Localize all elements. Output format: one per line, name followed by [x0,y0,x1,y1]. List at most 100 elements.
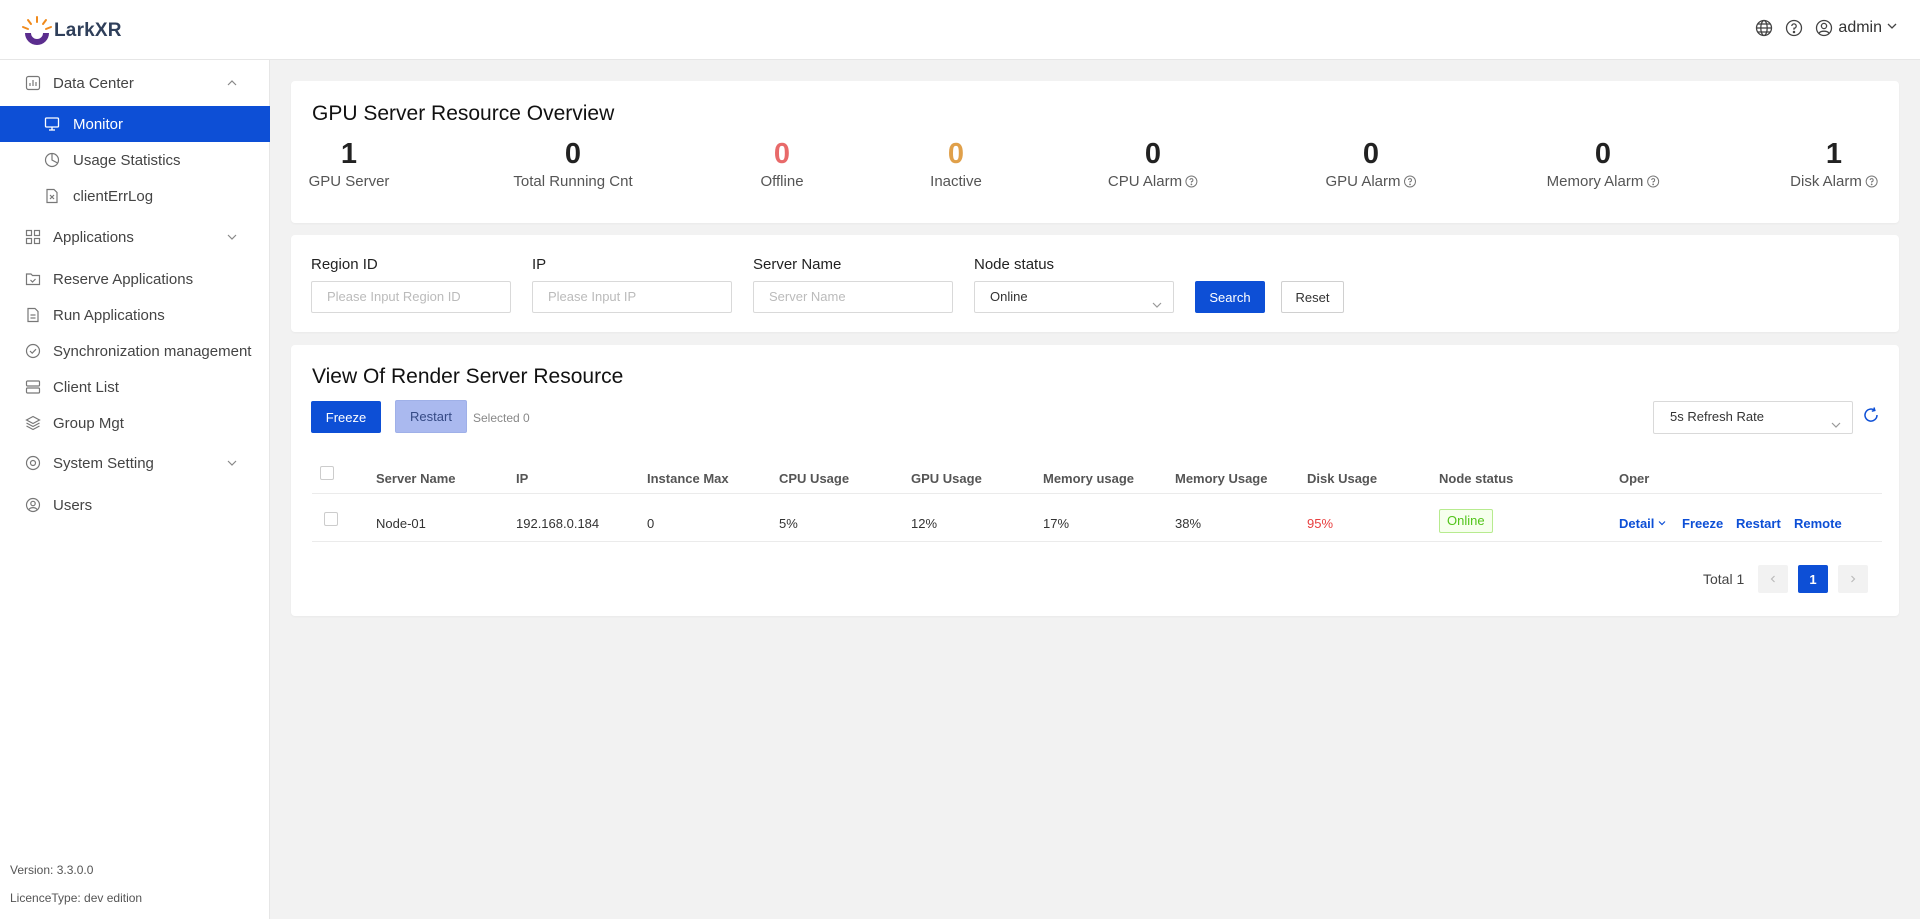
language-globe-icon[interactable] [1754,18,1774,38]
sidebar-item-monitor[interactable]: Monitor [0,106,270,142]
help-question-icon[interactable] [1185,175,1198,188]
stat-memory-alarm: 0 Memory Alarm [1547,139,1660,190]
stat-value: 0 [1144,138,1162,170]
page-number[interactable]: 1 [1798,565,1828,593]
detail-dropdown[interactable]: Detail [1619,516,1667,531]
sidebar-item-group-mgt[interactable]: Group Mgt [0,405,270,441]
document-icon [24,306,42,324]
sidebar-item-users[interactable]: Users [0,487,270,523]
sidebar-item-label: Applications [53,228,134,246]
sidebar-item-system-setting[interactable]: System Setting [0,445,270,481]
region-id-label: Region ID [311,256,378,273]
column-header: IP [516,471,529,486]
pie-chart-icon [43,151,61,169]
region-id-input[interactable]: Please Input Region ID [311,281,511,313]
column-header: Memory Usage [1175,471,1268,486]
status-badge: Online [1439,509,1493,533]
stat-inactive: 0 Inactive [930,139,982,190]
sidebar-item-client-err-log[interactable]: clientErrLog [0,178,270,214]
stat-value: 1 [340,138,358,170]
larkxr-logo-icon [20,14,54,48]
resource-card: View Of Render Server Resource Freeze Re… [291,345,1899,616]
overview-title: GPU Server Resource Overview [312,102,615,125]
filter-card: Region ID Please Input Region ID IP Plea… [291,235,1899,332]
stat-value: 0 [947,138,965,170]
chevron-up-icon [226,76,238,88]
sidebar-item-client-list[interactable]: Client List [0,369,270,405]
row-remote-link[interactable]: Remote [1794,516,1842,531]
chevron-down-icon [1657,516,1667,531]
cell-memory-usage-2: 38% [1175,516,1202,531]
user-circle-icon [24,496,42,514]
stat-value: 0 [1362,138,1380,170]
column-header: Server Name [376,471,456,486]
stat-cpu-alarm: 0 CPU Alarm [1108,139,1198,190]
sidebar-item-run-applications[interactable]: Run Applications [0,297,270,333]
sidebar: Data Center Monitor Usage Statistics cli… [0,60,270,919]
node-status-select[interactable]: Online [974,281,1174,313]
user-avatar-icon [1814,18,1834,38]
column-header: CPU Usage [779,471,850,486]
row-restart-link[interactable]: Restart [1736,516,1781,531]
pagination-total: Total 1 [1703,571,1745,587]
ip-label: IP [532,256,547,273]
detail-link: Detail [1619,516,1655,531]
help-question-icon[interactable] [1784,18,1804,38]
overview-card: GPU Server Resource Overview 1 GPU Serve… [291,81,1899,223]
help-question-icon[interactable] [1646,175,1659,188]
top-header: LarkXR admin [0,0,1920,60]
version-text: Version: 3.3.0.0 [10,863,94,877]
refresh-rate-select[interactable]: 5s Refresh Rate [1653,401,1853,434]
folder-check-icon [24,270,42,288]
stat-value: 0 [1594,138,1612,170]
select-all-checkbox[interactable] [320,466,334,480]
stat-label: GPU Alarm [1325,173,1401,190]
stat-label: Memory Alarm [1546,173,1644,190]
cell-disk-usage: 95% [1307,516,1334,531]
refresh-icon[interactable] [1862,406,1880,424]
stat-total-running: 0 Total Running Cnt [513,139,632,190]
prev-page-button[interactable] [1758,565,1788,593]
cell-server-name: Node-01 [376,516,426,531]
sidebar-item-label: Data Center [53,74,134,92]
freeze-button[interactable]: Freeze [311,401,381,433]
sidebar-item-reserve-applications[interactable]: Reserve Applications [0,261,270,297]
stat-gpu-alarm: 0 GPU Alarm [1325,138,1417,190]
refresh-rate-value: 5s Refresh Rate [1670,409,1764,424]
next-page-button[interactable] [1838,565,1868,593]
node-status-value: Online [990,289,1028,304]
licence-type-text: LicenceType: dev edition [10,891,143,905]
help-question-icon[interactable] [1865,175,1878,188]
restart-button[interactable]: Restart [395,400,467,433]
selected-count: Selected 0 [473,411,530,425]
sidebar-item-synchronization-management[interactable]: Synchronization management [0,333,270,369]
cell-gpu-usage: 12% [911,516,938,531]
ip-input[interactable]: Please Input IP [532,281,732,313]
sidebar-item-data-center[interactable]: Data Center [0,65,270,101]
stat-label: Total Running Cnt [513,173,633,190]
grid-icon [24,228,42,246]
server-name-input[interactable]: Server Name [753,281,953,313]
search-button[interactable]: Search [1195,281,1265,313]
node-status-label: Node status [974,256,1055,273]
sidebar-item-applications[interactable]: Applications [0,219,270,255]
chevron-down-icon [1151,292,1163,308]
settings-gear-icon [24,454,42,472]
sidebar-item-label: Usage Statistics [73,151,181,169]
row-freeze-link[interactable]: Freeze [1682,516,1723,531]
stat-label: Offline [760,173,804,190]
server-list-icon [24,378,42,396]
app-name: LarkXR [54,20,122,41]
monitor-icon [43,115,61,133]
sidebar-item-label: Synchronization management [53,342,252,360]
help-question-icon[interactable] [1404,175,1417,188]
sidebar-item-label: Users [53,496,93,514]
user-menu[interactable]: admin [1814,18,1898,38]
sidebar-item-label: Run Applications [53,306,165,324]
app-logo[interactable]: LarkXR [20,14,122,48]
chevron-down-icon [1830,412,1842,428]
reset-button[interactable]: Reset [1281,281,1344,313]
sidebar-item-usage-statistics[interactable]: Usage Statistics [0,142,270,178]
chevron-down-icon [226,456,238,468]
row-checkbox[interactable] [324,512,338,526]
